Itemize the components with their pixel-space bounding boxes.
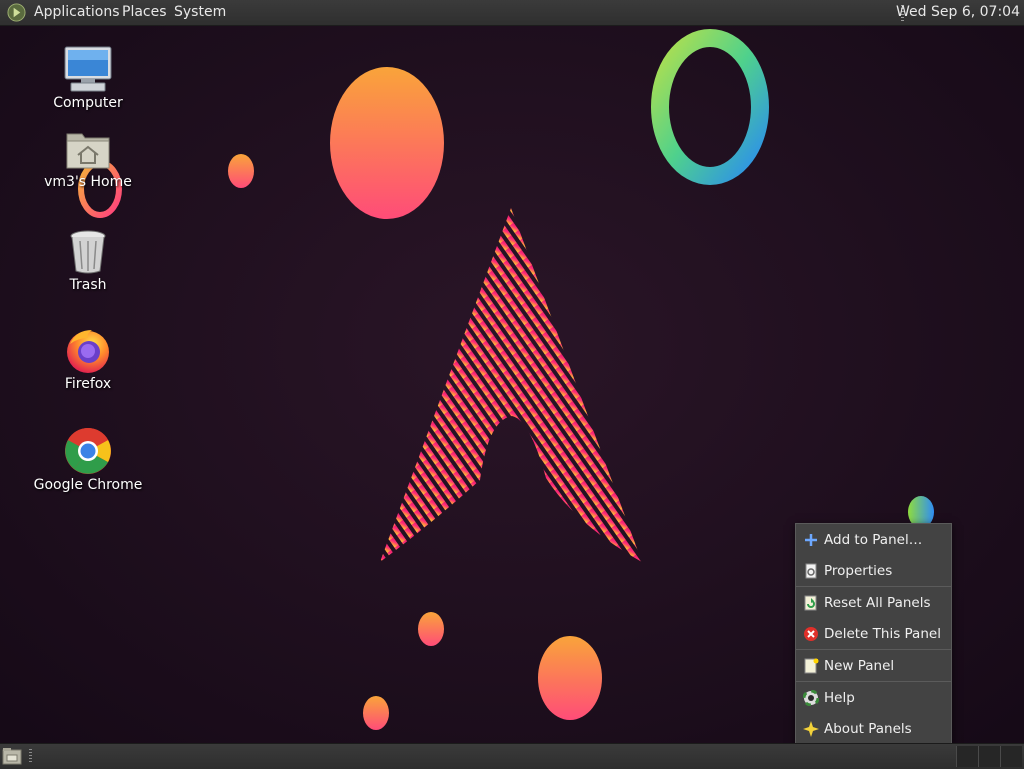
menu-item-label: Reset All Panels — [824, 595, 931, 611]
menu-item-label: Help — [824, 690, 855, 706]
panel-drag-handle[interactable] — [29, 749, 32, 764]
desktop-icon-label: Google Chrome — [33, 477, 143, 493]
menu-item-add-to-panel[interactable]: Add to Panel… — [796, 527, 951, 553]
desktop-icon-computer[interactable]: Computer — [33, 45, 143, 111]
menu-item-label: New Panel — [824, 658, 895, 674]
menu-item-delete-this-panel[interactable]: Delete This Panel — [796, 621, 951, 647]
places-menu[interactable]: Places — [122, 4, 167, 20]
menu-item-new-panel[interactable]: New Panel — [796, 653, 951, 679]
menu-item-label: Add to Panel… — [824, 532, 923, 548]
desktop-icon-trash[interactable]: Trash — [33, 229, 143, 293]
desktop-icon-chrome[interactable]: Google Chrome — [33, 427, 143, 493]
chrome-icon — [65, 428, 111, 474]
clock[interactable]: Wed Sep 6, 07:04 — [896, 4, 1020, 20]
menu-separator — [796, 586, 951, 587]
desktop-icon-label: Firefox — [64, 376, 112, 392]
applications-menu[interactable]: Applications — [34, 4, 120, 20]
desktop-icon-label: vm3's Home — [44, 174, 132, 190]
new-panel-icon — [804, 658, 819, 674]
delete-icon — [804, 627, 818, 641]
help-icon — [803, 690, 819, 706]
add-icon — [805, 534, 817, 546]
workspace-switcher-2[interactable] — [978, 746, 1000, 767]
menu-item-properties[interactable]: Properties — [796, 558, 951, 584]
reset-icon — [804, 595, 817, 611]
trash-icon — [70, 230, 106, 274]
menu-separator — [796, 681, 951, 682]
firefox-icon — [67, 330, 109, 373]
menu-item-help[interactable]: Help — [796, 685, 951, 711]
menu-item-label: Delete This Panel — [824, 626, 941, 642]
desktop-icon-firefox[interactable]: Firefox — [33, 326, 143, 392]
desktop-icon-label: Trash — [69, 277, 107, 293]
workspace-switcher-1[interactable] — [956, 746, 978, 767]
about-icon — [803, 721, 819, 737]
computer-icon — [64, 46, 112, 92]
menu-item-reset-all-panels[interactable]: Reset All Panels — [796, 590, 951, 616]
panel-context-menu: Add to Panel… Properties Reset All Panel… — [795, 523, 952, 747]
system-menu[interactable]: System — [174, 4, 226, 20]
bottom-panel — [0, 743, 1024, 769]
desktop-icon-home[interactable]: vm3's Home — [33, 128, 143, 190]
menu-item-label: Properties — [824, 563, 893, 579]
distro-logo-icon[interactable] — [7, 3, 26, 22]
show-desktop-icon[interactable] — [2, 747, 22, 765]
home-folder-icon — [66, 133, 110, 169]
workspace-switcher-3[interactable] — [1000, 746, 1022, 767]
properties-icon — [805, 563, 817, 579]
top-panel: Applications Places System Wed Sep 6, 07… — [0, 0, 1024, 26]
menu-item-about-panels[interactable]: About Panels — [796, 716, 951, 742]
menu-item-label: About Panels — [824, 721, 912, 737]
desktop-icon-label: Computer — [53, 95, 123, 111]
menu-separator — [796, 649, 951, 650]
